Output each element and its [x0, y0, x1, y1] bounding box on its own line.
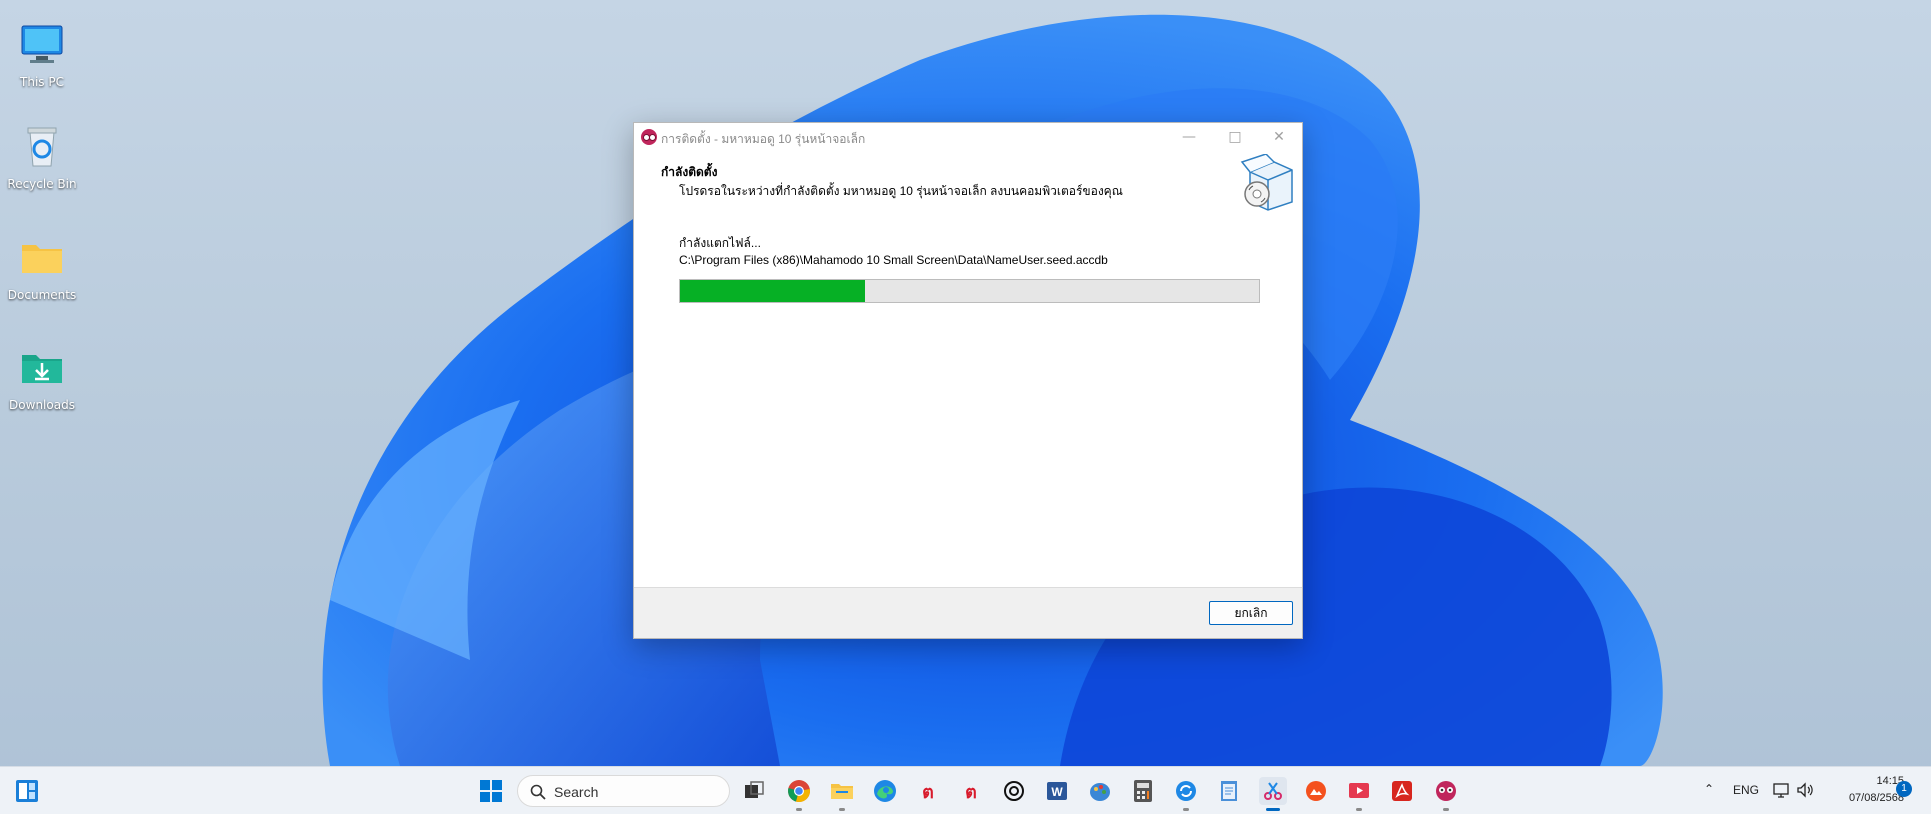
desktop-icon-label: This PC: [20, 75, 64, 89]
word-icon[interactable]: W: [1043, 777, 1071, 805]
install-box-icon: [1240, 154, 1293, 211]
calculator-icon[interactable]: [1129, 777, 1157, 805]
mahamodo-logo-icon: [641, 129, 657, 145]
desktop-icon-downloads[interactable]: Downloads: [4, 343, 80, 412]
window-titlebar[interactable]: การติดตั้ง - มหาหมอดู 10 รุ่นหน้าจอเล็ก …: [634, 123, 1302, 151]
folder-icon: [22, 245, 62, 273]
downloads-folder-icon: [22, 355, 62, 383]
clock-time[interactable]: 14:15: [1822, 775, 1904, 787]
acrobat-icon[interactable]: [1388, 777, 1416, 805]
running-indicator: [1183, 808, 1189, 811]
running-indicator: [1356, 808, 1362, 811]
paint-icon[interactable]: [1086, 777, 1114, 805]
desktop-icon-this-pc[interactable]: This PC: [4, 20, 80, 89]
thai-app-2-icon[interactable]: ต: [957, 777, 985, 805]
window-title: การติดตั้ง - มหาหมอดู 10 รุ่นหน้าจอเล็ก: [661, 132, 866, 146]
maximize-button[interactable]: □: [1212, 123, 1258, 151]
thai-app-icon[interactable]: ต: [914, 777, 942, 805]
running-indicator: [1443, 808, 1449, 811]
task-view-icon[interactable]: [740, 777, 768, 805]
install-progress-bar: [679, 279, 1260, 303]
windows-start-icon[interactable]: [477, 777, 505, 805]
window-footer: ยกเลิก: [634, 587, 1302, 638]
status-label: กำลังแตกไฟล์...: [679, 236, 761, 250]
clock-date[interactable]: 07/08/2568: [1822, 792, 1904, 804]
page-subtitle: โปรดรอในระหว่างที่กำลังติดตั้ง มหาหมอดู …: [679, 184, 1123, 198]
show-hidden-icons-chevron-icon[interactable]: ⌃: [1704, 782, 1714, 796]
chatgpt-icon[interactable]: [1000, 777, 1028, 805]
close-button[interactable]: ✕: [1256, 123, 1302, 151]
page-title: กำลังติดตั้ง: [661, 165, 718, 179]
search-icon: [530, 784, 546, 800]
mahamodo-icon[interactable]: [1432, 777, 1460, 811]
progress-fill: [680, 280, 866, 302]
active-indicator: [1266, 808, 1280, 811]
running-indicator: [839, 808, 845, 811]
installer-window: การติดตั้ง - มหาหมอดู 10 รุ่นหน้าจอเล็ก …: [633, 122, 1303, 639]
chrome-icon[interactable]: [785, 777, 813, 811]
desktop-icon-label: Recycle Bin: [7, 177, 77, 191]
file-explorer-icon[interactable]: [828, 777, 856, 811]
minimize-button[interactable]: —: [1166, 123, 1212, 151]
input-language[interactable]: ENG: [1733, 783, 1759, 797]
notepad-icon[interactable]: [1215, 777, 1243, 805]
current-file-path: C:\Program Files (x86)\Mahamodo 10 Small…: [679, 253, 1108, 267]
desktop-icon-recycle-bin[interactable]: Recycle Bin: [4, 122, 80, 191]
edge-icon[interactable]: [871, 777, 899, 805]
sync-icon[interactable]: [1172, 777, 1200, 811]
cancel-button[interactable]: ยกเลิก: [1209, 601, 1293, 625]
taskbar: Search ต ต W ⌃ ENG 14:15 07/08/2568 1: [0, 766, 1931, 814]
desktop-icon-label: Documents: [7, 288, 77, 302]
taskbar-search-box[interactable]: Search: [517, 775, 730, 807]
snipping-tool-icon[interactable]: [1259, 777, 1287, 811]
media-app-icon[interactable]: [1345, 777, 1373, 811]
widgets-icon[interactable]: [15, 779, 39, 803]
recycle-bin-icon: [27, 127, 57, 167]
notification-badge[interactable]: 1: [1896, 781, 1912, 797]
desktop-icon-label: Downloads: [9, 398, 75, 412]
monitor-icon: [21, 25, 63, 63]
svg-text:W: W: [1051, 785, 1063, 799]
photo-app-icon[interactable]: [1302, 777, 1330, 805]
search-placeholder: Search: [554, 784, 599, 800]
network-icon[interactable]: [1772, 781, 1790, 799]
volume-icon[interactable]: [1796, 781, 1814, 799]
desktop-icon-documents[interactable]: Documents: [4, 233, 80, 302]
running-indicator: [796, 808, 802, 811]
